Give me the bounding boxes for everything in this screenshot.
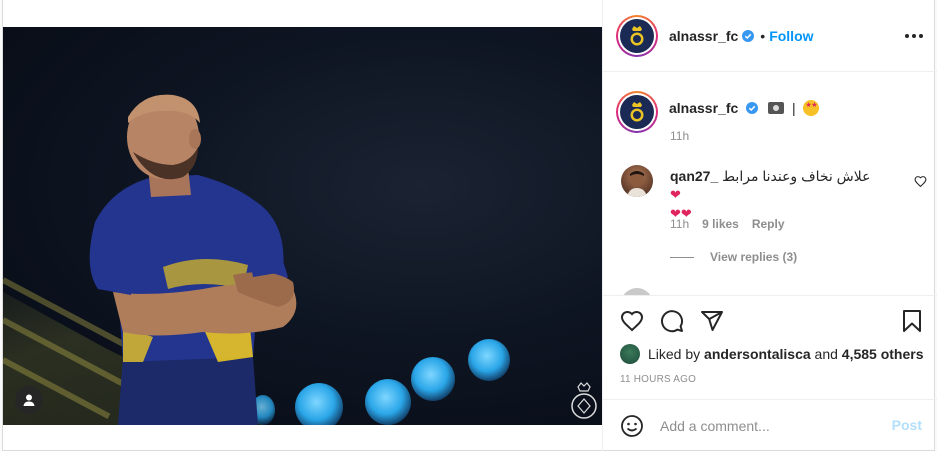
liked-by-summary: Liked by andersontalisca and 4,585 other… [620, 344, 924, 364]
comment-username[interactable]: qan27_ [670, 168, 718, 184]
comment-time[interactable]: 11h [670, 217, 689, 231]
liked-by-prefix: Liked by [648, 346, 701, 362]
post-header: alnassr_fc • Follow [603, 0, 937, 72]
author-avatar[interactable] [616, 14, 658, 57]
like-heart-icon[interactable] [620, 309, 644, 333]
post-actions: Liked by andersontalisca and 4,585 other… [603, 295, 937, 399]
post-image[interactable] [3, 27, 602, 425]
comment-like-heart-icon[interactable] [914, 175, 927, 188]
post-sidebar: alnassr_fc • Follow alnassr_fc | ★ ★ 11h… [602, 0, 937, 451]
player-figure [89, 94, 297, 425]
view-replies-button[interactable]: View replies (3) [670, 250, 797, 264]
caption-separator: | [791, 100, 796, 116]
commenter-avatar[interactable] [621, 165, 653, 197]
star-struck-emoji-icon [803, 100, 820, 116]
caption-time[interactable]: 11h [670, 129, 689, 143]
liked-by-conjunction: and [814, 346, 838, 362]
comment-bubble-icon[interactable] [660, 309, 684, 333]
camera-emoji-icon [768, 102, 785, 114]
verified-badge-icon [746, 102, 759, 114]
post-comment-button[interactable]: Post [892, 417, 922, 433]
liker-username[interactable]: andersontalisca [704, 346, 811, 362]
instagram-post: alnassr_fc • Follow alnassr_fc | ★ ★ 11h… [2, 0, 937, 451]
replies-divider [670, 256, 694, 258]
view-replies-label: View replies (3) [710, 250, 798, 264]
post-timestamp[interactable]: 11 HOURS AGO [620, 374, 696, 385]
more-options-icon[interactable] [905, 28, 923, 44]
caption: alnassr_fc | [616, 91, 820, 133]
add-comment-input[interactable] [660, 417, 870, 434]
follow-button[interactable]: Follow [769, 28, 813, 44]
add-comment-bar: Post [603, 399, 937, 451]
red-heart-emoji-icon: ❤ [670, 187, 681, 202]
separator-dot: • [760, 27, 766, 44]
club-logo-icon [620, 95, 654, 129]
likes-others-count[interactable]: 4,585 others [842, 346, 924, 362]
club-crest-watermark [571, 382, 597, 419]
comment-meta: 11h 9 likes Reply [670, 217, 785, 231]
comment-likes-count[interactable]: 9 likes [702, 217, 739, 231]
caption-username[interactable]: alnassr_fc [669, 100, 738, 116]
liker-avatar[interactable] [620, 344, 640, 364]
reply-button[interactable]: Reply [752, 217, 785, 231]
tagged-users-icon[interactable] [15, 386, 43, 414]
next-comment-avatar[interactable] [621, 288, 653, 295]
share-paper-plane-icon[interactable] [700, 309, 724, 333]
comment-text: علاش نخاف وعندنا مرابط [722, 168, 871, 184]
verified-badge-icon [742, 29, 755, 42]
club-logo-icon [620, 18, 654, 53]
emoji-smiley-icon[interactable] [620, 414, 644, 438]
save-bookmark-icon[interactable] [900, 309, 924, 333]
caption-author-avatar[interactable] [616, 91, 658, 133]
author-username[interactable]: alnassr_fc [669, 28, 738, 44]
comments-list[interactable]: alnassr_fc | 11h qan27_ علاش نخاف وعندنا… [603, 73, 937, 295]
